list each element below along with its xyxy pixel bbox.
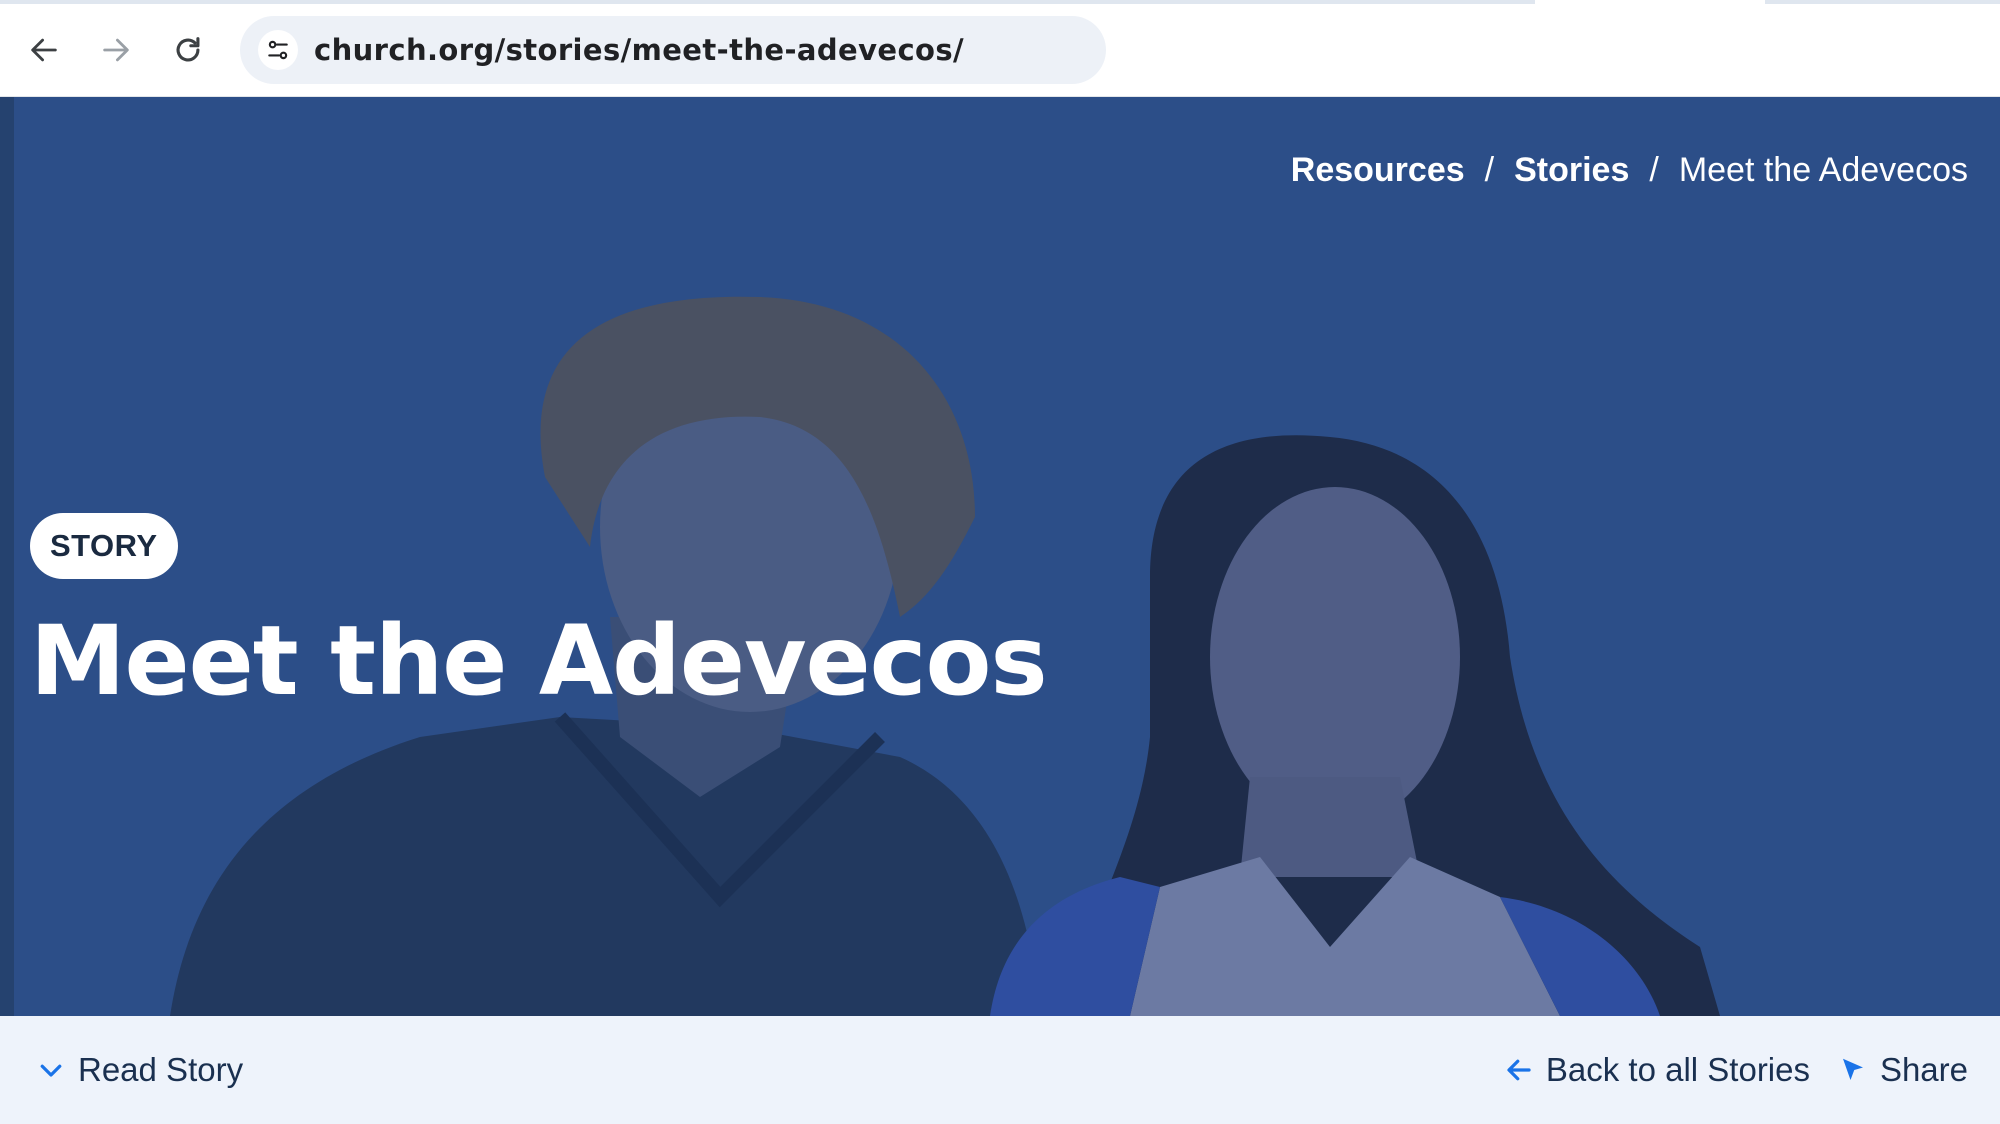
- address-bar[interactable]: church.org/stories/meet-the-adevecos/: [240, 16, 1106, 84]
- chevron-down-icon: [40, 1064, 62, 1077]
- hero-banner: Resources / Stories / Meet the Adevecos STOR…: [0, 97, 2000, 1016]
- active-tab[interactable]: [1535, 0, 1765, 4]
- back-button[interactable]: [17, 23, 71, 77]
- back-arrow-icon: [31, 38, 57, 62]
- breadcrumb-resources[interactable]: Resources: [1291, 151, 1465, 189]
- hero-photo: [0, 97, 2000, 1016]
- back-to-stories-label: Back to all Stories: [1545, 1051, 1810, 1088]
- tab-strip: [0, 0, 2000, 4]
- share-cursor-icon: [1842, 1058, 1863, 1080]
- story-badge: STORY: [30, 513, 178, 579]
- forward-arrow-icon: [103, 38, 129, 62]
- breadcrumb-current: Meet the Adevecos: [1678, 151, 1968, 189]
- breadcrumb-separator: /: [1484, 151, 1495, 189]
- forward-button[interactable]: [89, 23, 143, 77]
- page-title: Meet the Adevecos: [30, 605, 1048, 717]
- site-settings-icon: [268, 40, 288, 60]
- browser-toolbar: church.org/stories/meet-the-adevecos/: [0, 0, 2000, 97]
- share-button[interactable]: Share: [1838, 1016, 1968, 1124]
- left-arrow-icon: [1507, 1059, 1531, 1081]
- breadcrumb-separator: /: [1649, 151, 1659, 189]
- share-label: Share: [1879, 1051, 1968, 1088]
- reload-button[interactable]: [161, 23, 215, 77]
- reload-icon: [176, 37, 200, 62]
- site-settings-button[interactable]: [258, 30, 298, 70]
- read-story-label: Read Story: [78, 1051, 244, 1088]
- url-text[interactable]: church.org/stories/meet-the-adevecos/: [314, 16, 964, 84]
- story-action-bar: Read Story Back to all Stories Share: [0, 1016, 2000, 1124]
- breadcrumb-stories[interactable]: Stories: [1514, 151, 1629, 189]
- back-to-stories-link[interactable]: Back to all Stories: [1504, 1016, 1810, 1124]
- read-story-button[interactable]: Read Story: [36, 1016, 243, 1124]
- breadcrumb: Resources / Stories / Meet the Adevecos: [1291, 151, 1968, 190]
